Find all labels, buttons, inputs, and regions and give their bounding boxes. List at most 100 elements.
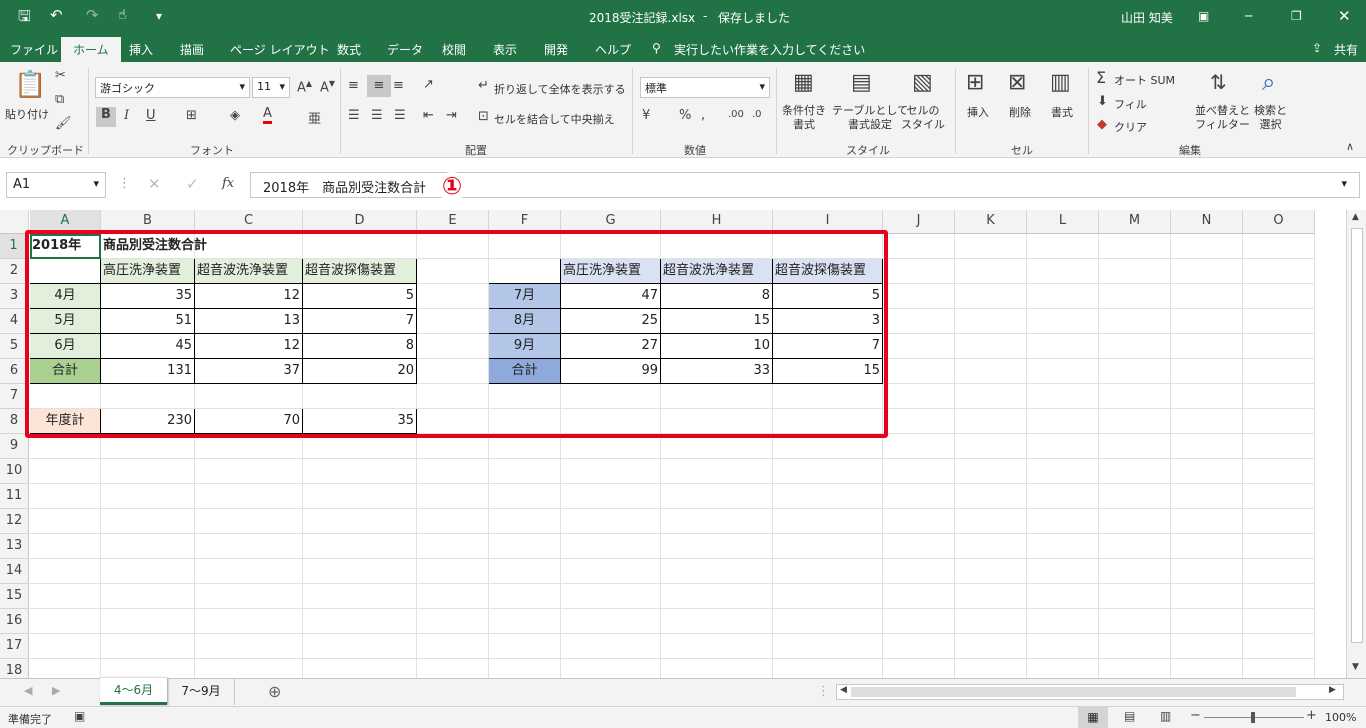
cell-c17[interactable] <box>195 634 303 659</box>
cell-n9[interactable] <box>1171 434 1243 459</box>
cell-m4[interactable] <box>1099 309 1171 334</box>
cell-l17[interactable] <box>1027 634 1099 659</box>
cut-icon[interactable]: ✂ <box>55 68 66 83</box>
cell-h14[interactable] <box>661 559 773 584</box>
cell-n13[interactable] <box>1171 534 1243 559</box>
spreadsheet-grid[interactable]: ABCDEFGHIJKLMNO 1 2 3 4 5 6 7 8 9 10 11 12 13 14 15 16 1… <box>0 210 1344 678</box>
align-bottom-icon[interactable]: ≡ <box>393 78 404 93</box>
insert-function-button[interactable]: fx <box>222 176 234 191</box>
cell-m2[interactable] <box>1099 259 1171 284</box>
normal-view-icon[interactable]: ▦ <box>1078 707 1108 728</box>
cell-c15[interactable] <box>195 584 303 609</box>
cell-k6[interactable] <box>955 359 1027 384</box>
conditional-format-button[interactable]: 条件付き 書式 <box>782 104 826 132</box>
column-header-n[interactable]: N <box>1171 210 1243 234</box>
cell-c11[interactable] <box>195 484 303 509</box>
cell-g13[interactable] <box>561 534 661 559</box>
cell-i11[interactable] <box>773 484 883 509</box>
cell-e10[interactable] <box>417 459 489 484</box>
cell-m11[interactable] <box>1099 484 1171 509</box>
row-header-15[interactable]: 15 <box>0 584 29 609</box>
format-cells-button[interactable]: 書式 <box>1051 104 1073 120</box>
cell-o14[interactable] <box>1243 559 1315 584</box>
cell-o5[interactable] <box>1243 334 1315 359</box>
zoom-out-icon[interactable]: − <box>1190 708 1201 723</box>
cell-b13[interactable] <box>101 534 195 559</box>
cell-o2[interactable] <box>1243 259 1315 284</box>
cell-j7[interactable] <box>883 384 955 409</box>
clear-button[interactable]: クリア <box>1114 119 1147 135</box>
sheet-tab-jul-sep[interactable]: 7～9月 <box>168 679 235 705</box>
underline-button[interactable]: U <box>146 108 156 123</box>
cell-h12[interactable] <box>661 509 773 534</box>
align-center-icon[interactable]: ☰ <box>371 108 383 123</box>
number-format-select[interactable]: 標準 ▾ <box>640 77 770 98</box>
cancel-icon[interactable]: ✕ <box>148 175 161 193</box>
cell-a18[interactable] <box>30 659 101 678</box>
wrap-text-button[interactable]: 折り返して全体を表示する <box>494 81 626 97</box>
cell-f13[interactable] <box>489 534 561 559</box>
delete-cells-button[interactable]: 削除 <box>1009 104 1031 120</box>
cell-o15[interactable] <box>1243 584 1315 609</box>
format-painter-icon[interactable]: 🖌 <box>55 116 72 131</box>
cell-m6[interactable] <box>1099 359 1171 384</box>
row-header-12[interactable]: 12 <box>0 509 29 534</box>
cell-i13[interactable] <box>773 534 883 559</box>
row-header-9[interactable]: 9 <box>0 434 29 459</box>
cell-o3[interactable] <box>1243 284 1315 309</box>
cell-k14[interactable] <box>955 559 1027 584</box>
tab-data[interactable]: データ <box>387 41 423 58</box>
percent-icon[interactable]: % <box>679 108 691 123</box>
scroll-left-icon[interactable]: ◀ <box>840 685 847 695</box>
cell-m16[interactable] <box>1099 609 1171 634</box>
undo-icon[interactable]: ↶ <box>50 6 63 24</box>
cell-f14[interactable] <box>489 559 561 584</box>
accounting-format-icon[interactable]: ¥ <box>642 108 650 123</box>
cell-l4[interactable] <box>1027 309 1099 334</box>
cell-k7[interactable] <box>955 384 1027 409</box>
cell-a16[interactable] <box>30 609 101 634</box>
tab-insert[interactable]: 挿入 <box>129 41 153 58</box>
scroll-right-icon[interactable]: ▶ <box>1329 685 1336 695</box>
column-header-o[interactable]: O <box>1243 210 1315 234</box>
cell-c14[interactable] <box>195 559 303 584</box>
italic-button[interactable]: I <box>124 108 129 123</box>
merge-center-button[interactable]: セルを結合して中央揃え <box>494 111 615 127</box>
vertical-scroll-thumb[interactable] <box>1351 228 1363 643</box>
column-header-j[interactable]: J <box>883 210 955 234</box>
cell-e13[interactable] <box>417 534 489 559</box>
zoom-in-icon[interactable]: + <box>1306 708 1317 723</box>
cell-c10[interactable] <box>195 459 303 484</box>
page-layout-view-icon[interactable]: ▤ <box>1124 709 1135 723</box>
cell-k18[interactable] <box>955 659 1027 678</box>
cell-h16[interactable] <box>661 609 773 634</box>
macro-record-icon[interactable]: ▣ <box>74 709 85 723</box>
new-sheet-icon[interactable]: ⊕ <box>268 682 281 701</box>
row-header-17[interactable]: 17 <box>0 634 29 659</box>
find-select-button[interactable]: 検索と 選択 <box>1254 104 1287 132</box>
cell-l3[interactable] <box>1027 284 1099 309</box>
cell-i10[interactable] <box>773 459 883 484</box>
cell-o17[interactable] <box>1243 634 1315 659</box>
cell-o4[interactable] <box>1243 309 1315 334</box>
cell-m15[interactable] <box>1099 584 1171 609</box>
cell-b17[interactable] <box>101 634 195 659</box>
cell-n15[interactable] <box>1171 584 1243 609</box>
tab-home[interactable]: ホーム <box>61 37 121 62</box>
cell-k17[interactable] <box>955 634 1027 659</box>
cell-l15[interactable] <box>1027 584 1099 609</box>
tab-developer[interactable]: 開発 <box>544 41 568 58</box>
orientation-icon[interactable]: ↗ <box>423 77 434 92</box>
cell-m13[interactable] <box>1099 534 1171 559</box>
cell-j9[interactable] <box>883 434 955 459</box>
cell-c12[interactable] <box>195 509 303 534</box>
tab-draw[interactable]: 描画 <box>180 41 204 58</box>
cell-j11[interactable] <box>883 484 955 509</box>
tab-review[interactable]: 校閲 <box>442 41 466 58</box>
cell-j14[interactable] <box>883 559 955 584</box>
touch-mode-icon[interactable]: ☝ <box>118 7 127 23</box>
font-color-icon[interactable]: A <box>263 106 272 124</box>
page-break-view-icon[interactable]: ▥ <box>1160 709 1171 723</box>
cell-e11[interactable] <box>417 484 489 509</box>
cell-j2[interactable] <box>883 259 955 284</box>
